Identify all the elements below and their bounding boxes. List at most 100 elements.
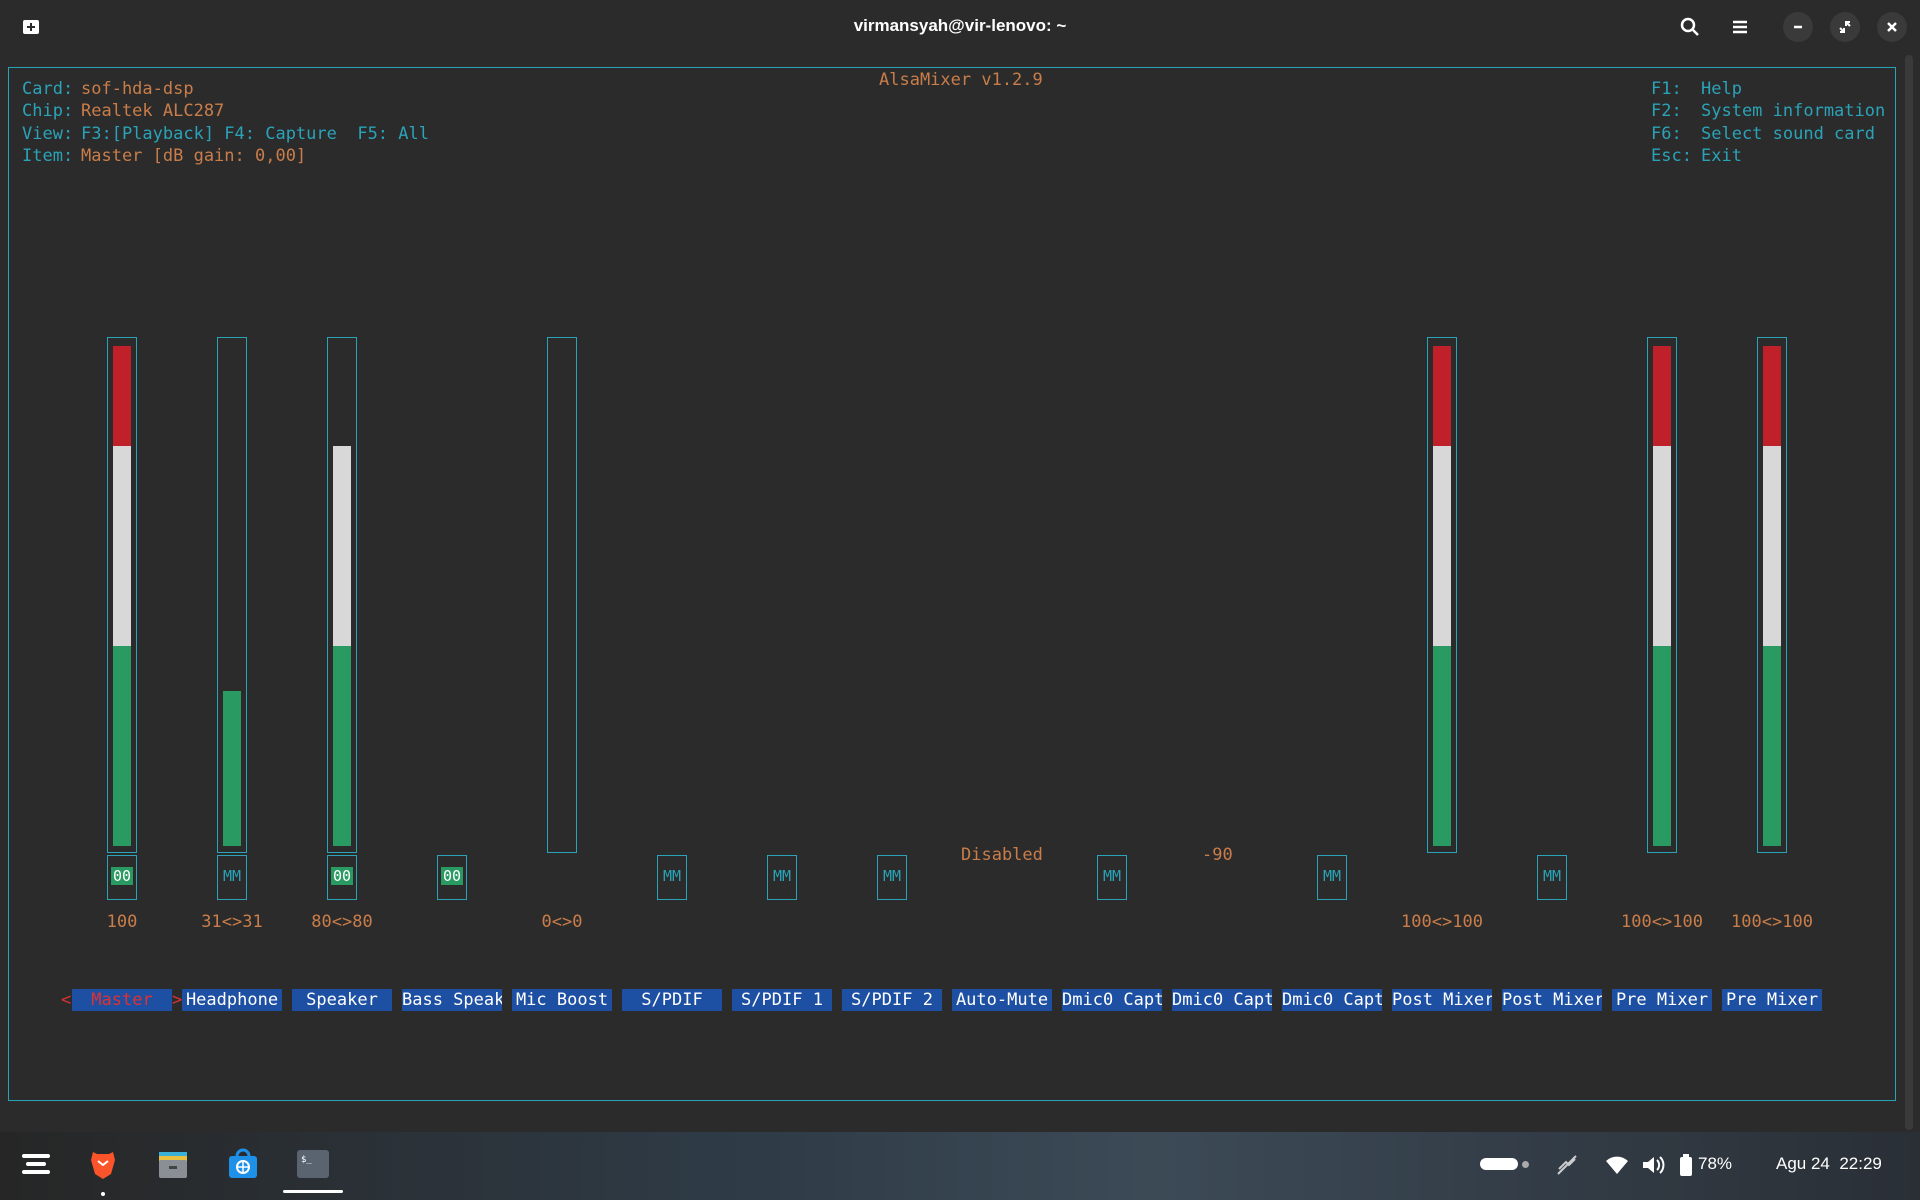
volume-level-segment [113, 346, 131, 446]
chip-value: Realtek ALC287 [81, 101, 225, 121]
volume-level-segment [1653, 346, 1671, 446]
workspace-indicator[interactable] [1480, 1158, 1518, 1170]
volume-bar[interactable] [1647, 337, 1677, 853]
channel-value: 31<>31 [201, 912, 263, 932]
mute-toggle[interactable]: 00 [327, 855, 357, 900]
battery-percent[interactable]: 78% [1698, 1154, 1732, 1174]
taskbar: $_ 78% Agu 24 22:29 [0, 1132, 1920, 1200]
volume-icon[interactable] [1640, 1152, 1666, 1182]
channel-label[interactable]: S/PDIF 2 [842, 989, 942, 1011]
scrollbar[interactable] [1905, 55, 1913, 1130]
channel-value: 100<>100 [1401, 912, 1483, 932]
wifi-icon[interactable] [1604, 1152, 1630, 1182]
selection-arrow-left: < [61, 990, 72, 1010]
mute-toggle[interactable]: MM [767, 855, 797, 900]
clock[interactable]: Agu 24 22:29 [1776, 1154, 1882, 1174]
channel-label[interactable]: Speaker [292, 989, 392, 1011]
help-key-f6: F6: [1651, 124, 1682, 144]
channel-value: 80<>80 [311, 912, 373, 932]
alsamixer-frame: AlsaMixer v1.2.9 [8, 67, 1896, 1101]
svg-text:$_: $_ [301, 1155, 312, 1165]
mute-toggle[interactable]: MM [217, 855, 247, 900]
volume-level-segment [1653, 646, 1671, 846]
terminal-area[interactable]: AlsaMixer v1.2.9 Card: sof-hda-dsp Chip:… [0, 54, 1920, 1132]
channel-label[interactable]: Bass Speak [402, 989, 502, 1011]
card-value: sof-hda-dsp [81, 79, 194, 99]
mute-state: MM [882, 867, 902, 885]
volume-level-segment [333, 446, 351, 646]
channel-label[interactable]: Post Mixer [1502, 989, 1602, 1011]
item-value: Master [dB gain: 0,00] [81, 146, 307, 166]
channel-label[interactable]: Pre Mixer [1722, 989, 1822, 1011]
battery-icon[interactable] [1678, 1152, 1694, 1182]
help-key-esc: Esc: [1651, 146, 1692, 166]
workspace-dot[interactable] [1522, 1161, 1529, 1168]
brave-running-dot [101, 1192, 105, 1196]
channel-value: 100 [106, 912, 138, 932]
channel-value: 100<>100 [1621, 912, 1703, 932]
volume-level-segment [1763, 346, 1781, 446]
chip-label: Chip: [22, 101, 74, 121]
channel-label[interactable]: Dmic0 Capt [1062, 989, 1162, 1011]
volume-bar[interactable] [327, 337, 357, 853]
volume-bar[interactable] [107, 337, 137, 853]
channel-label[interactable]: Dmic0 Capt [1172, 989, 1272, 1011]
item-label: Item: [22, 146, 74, 166]
software-store-icon[interactable] [225, 1146, 261, 1182]
channel-label[interactable]: S/PDIF [622, 989, 722, 1011]
volume-bar[interactable] [1757, 337, 1787, 853]
view-value: F3:[Playback] F4: Capture F5: All [81, 124, 429, 144]
help-text-f1: Help [1701, 79, 1742, 99]
volume-bar[interactable] [547, 337, 577, 853]
volume-bar[interactable] [1427, 337, 1457, 853]
help-text-f6: Select sound card [1701, 124, 1875, 144]
mute-toggle[interactable]: 00 [107, 855, 137, 900]
channel-label[interactable]: Dmic0 Capt [1282, 989, 1382, 1011]
card-label: Card: [22, 79, 74, 99]
volume-level-segment [1763, 446, 1781, 646]
brave-browser-icon[interactable] [85, 1146, 121, 1182]
night-light-off-icon[interactable] [1554, 1152, 1580, 1182]
channel-label[interactable]: Mic Boost [512, 989, 612, 1011]
terminal-icon[interactable]: $_ [295, 1146, 331, 1182]
channel-label[interactable]: Auto-Mute [952, 989, 1052, 1011]
mute-state: MM [1542, 867, 1562, 885]
volume-bar[interactable] [217, 337, 247, 853]
mute-state: MM [662, 867, 682, 885]
mute-state: MM [1322, 867, 1342, 885]
mute-state: MM [772, 867, 792, 885]
channel-label[interactable]: Post Mixer [1392, 989, 1492, 1011]
zorin-menu-icon[interactable] [18, 1146, 54, 1182]
mute-toggle[interactable]: MM [877, 855, 907, 900]
volume-level-segment [1653, 446, 1671, 646]
mute-toggle[interactable]: MM [1537, 855, 1567, 900]
active-app-indicator [283, 1190, 343, 1193]
mute-toggle[interactable]: MM [1097, 855, 1127, 900]
mute-toggle[interactable]: 00 [437, 855, 467, 900]
mute-state: 00 [111, 867, 133, 885]
mute-toggle[interactable]: MM [657, 855, 687, 900]
volume-level-segment [113, 446, 131, 646]
mute-state: MM [1102, 867, 1122, 885]
channel-label[interactable]: Master [72, 989, 172, 1011]
volume-level-segment [333, 646, 351, 846]
close-button[interactable] [1877, 12, 1907, 42]
files-icon[interactable] [155, 1146, 191, 1182]
hamburger-menu-icon[interactable] [1725, 12, 1755, 42]
search-icon[interactable] [1675, 12, 1705, 42]
window-title: virmansyah@vir-lenovo: ~ [853, 16, 1067, 35]
channel-label[interactable]: S/PDIF 1 [732, 989, 832, 1011]
mute-state: 00 [331, 867, 353, 885]
volume-level-segment [1763, 646, 1781, 846]
mute-state: 00 [441, 867, 463, 885]
mute-state: MM [222, 867, 242, 885]
channel-label[interactable]: Headphone [182, 989, 282, 1011]
dmic-value: -90 [1202, 845, 1233, 865]
help-text-esc: Exit [1701, 146, 1742, 166]
channel-label[interactable]: Pre Mixer [1612, 989, 1712, 1011]
minimize-button[interactable] [1783, 12, 1813, 42]
mute-toggle[interactable]: MM [1317, 855, 1347, 900]
help-text-f2: System information [1701, 101, 1886, 121]
restore-button[interactable] [1830, 12, 1860, 42]
volume-level-segment [1433, 346, 1451, 446]
